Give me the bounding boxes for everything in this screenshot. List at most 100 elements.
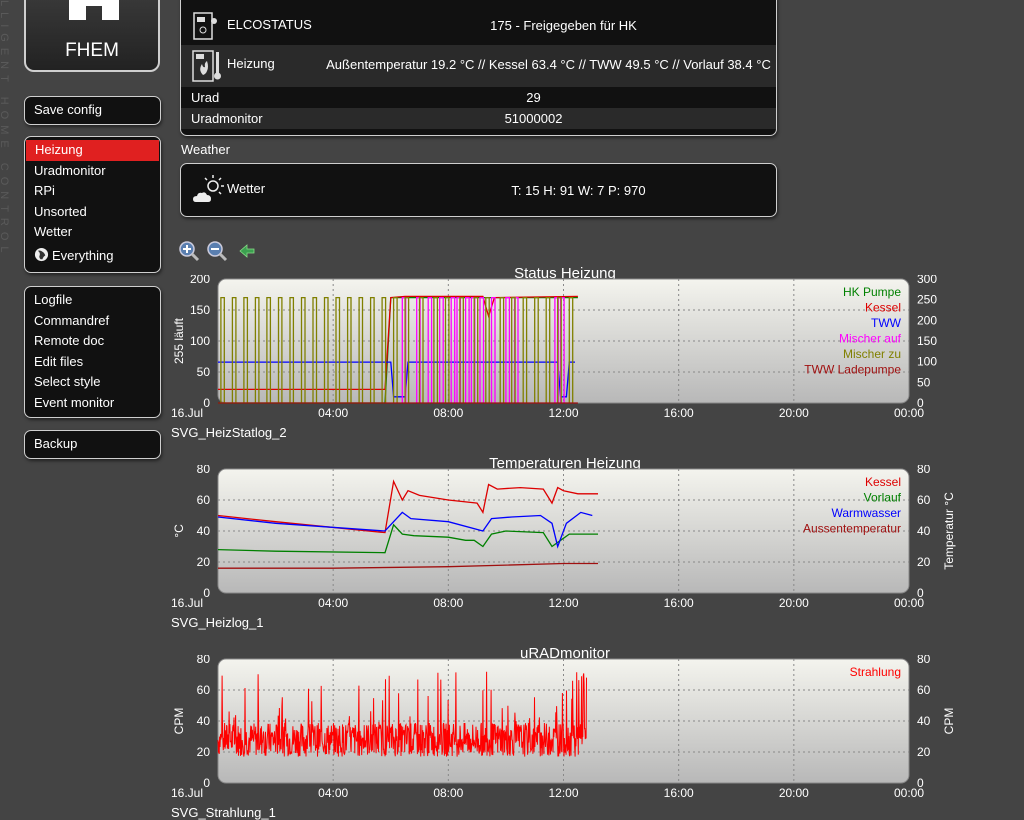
x-tick-label: 08:00 xyxy=(433,406,463,420)
menu-item-unsorted[interactable]: Unsorted xyxy=(25,202,160,223)
uradmonitor-name[interactable]: Uradmonitor xyxy=(191,108,263,129)
y-tick-label: 40 xyxy=(197,524,211,538)
urad-name[interactable]: Urad xyxy=(191,87,219,108)
x-tick-label: 12:00 xyxy=(548,786,578,800)
x-tick-label: 16.Jul xyxy=(171,786,203,800)
y2-tick-label: 150 xyxy=(917,334,937,348)
menu-item-uradmonitor[interactable]: Uradmonitor xyxy=(25,161,160,182)
y2-tick-label: 100 xyxy=(917,355,937,369)
y-tick-label: 60 xyxy=(197,493,211,507)
y2-tick-label: 40 xyxy=(917,524,931,538)
y-tick-label: 150 xyxy=(190,303,210,317)
boiler-status-icon xyxy=(193,12,217,40)
legend-entry-5: TWW Ladepumpe xyxy=(804,363,901,377)
menu-item-select-style[interactable]: Select style xyxy=(25,372,160,393)
menu-item-commandref[interactable]: Commandref xyxy=(25,311,160,332)
x-tick-label: 04:00 xyxy=(318,786,348,800)
menu-rooms: Heizung Uradmonitor RPi Unsorted Wetter … xyxy=(24,136,161,273)
x-tick-label: 20:00 xyxy=(779,406,809,420)
y2-tick-label: 60 xyxy=(917,683,931,697)
menu-item-event-monitor[interactable]: Event monitor xyxy=(25,393,160,414)
y2-tick-label: 60 xyxy=(917,493,931,507)
y2-axis-label: Temperatur °C xyxy=(942,492,956,570)
y-axis-label: CPM xyxy=(172,708,186,735)
heizung-value: Außentemperatur 19.2 °C // Kessel 63.4 °… xyxy=(326,57,771,72)
menu-save: Save config xyxy=(24,96,161,125)
weather-section-label: Weather xyxy=(181,142,230,157)
elcostatus-name[interactable]: ELCOSTATUS xyxy=(227,17,312,32)
legend-entry-0: Kessel xyxy=(865,475,901,489)
heizung-name[interactable]: Heizung xyxy=(227,56,275,71)
menu-item-everything[interactable]: Everything xyxy=(25,243,160,269)
wetter-name[interactable]: Wetter xyxy=(227,181,265,196)
chart-uradmonitor[interactable]: 02040608002040608016.Jul 04:00 08:00 12:00 1… xyxy=(166,655,966,807)
y-tick-label: 0 xyxy=(203,586,210,600)
y-tick-label: 20 xyxy=(197,745,211,759)
uradmonitor-value: 51000002 xyxy=(504,111,563,126)
device-row-wetter: Wetter T: 15 H: 91 W: 7 P: 970 xyxy=(181,164,776,216)
y-tick-label: 0 xyxy=(203,396,210,410)
y2-tick-label: 20 xyxy=(917,745,931,759)
back-arrow-icon[interactable] xyxy=(236,240,258,262)
y-tick-label: 200 xyxy=(190,275,210,286)
menu-item-backup[interactable]: Backup xyxy=(25,434,160,455)
x-tick-label: 16.Jul xyxy=(171,596,203,610)
menu-item-remote-doc[interactable]: Remote doc xyxy=(25,331,160,352)
y2-tick-label: 300 xyxy=(917,275,937,286)
device-row-elcostatus: ELCOSTATUS 175 - Freigegeben für HK xyxy=(181,0,776,45)
legend-entry-1: Kessel xyxy=(865,301,901,315)
x-tick-label: 12:00 xyxy=(548,596,578,610)
x-tick-label: 16.Jul xyxy=(171,406,203,420)
y2-tick-label: 250 xyxy=(917,293,937,307)
menu-backup: Backup xyxy=(24,430,161,459)
menu-item-edit-files[interactable]: Edit files xyxy=(25,352,160,373)
legend-entry-0: HK Pumpe xyxy=(843,285,901,299)
x-tick-label: 20:00 xyxy=(779,596,809,610)
chart-temperaturen-heizung[interactable]: 02040608002040608016.Jul 04:00 08:00 12:00 1… xyxy=(166,465,966,617)
legend-entry-3: Mischer auf xyxy=(839,332,902,346)
x-tick-label: 04:00 xyxy=(318,596,348,610)
vertical-brand-text: LLIGENT HOME CONTROL xyxy=(0,0,10,259)
y2-tick-label: 50 xyxy=(917,375,931,389)
x-tick-label: 08:00 xyxy=(433,786,463,800)
legend-entry-2: TWW xyxy=(871,316,902,330)
y2-tick-label: 80 xyxy=(917,655,931,666)
weather-device-panel: Wetter T: 15 H: 91 W: 7 P: 970 xyxy=(180,163,777,217)
x-tick-label: 20:00 xyxy=(779,786,809,800)
x-tick-label: 00:00 xyxy=(894,406,924,420)
heizung-device-panel: ELCOSTATUS 175 - Freigegeben für HK Heiz… xyxy=(180,0,777,136)
logo-brand: FHEM xyxy=(65,40,119,61)
menu-item-rpi[interactable]: RPi xyxy=(25,181,160,202)
chart-link-heizlog[interactable]: SVG_Heizlog_1 xyxy=(171,615,264,630)
zoom-out-icon[interactable] xyxy=(206,240,228,262)
globe-icon xyxy=(34,247,49,262)
zoom-in-icon[interactable] xyxy=(178,240,200,262)
fhem-logo[interactable]: FHEM xyxy=(24,0,160,72)
menu-item-wetter[interactable]: Wetter xyxy=(25,222,160,243)
y2-tick-label: 20 xyxy=(917,555,931,569)
x-tick-label: 16:00 xyxy=(664,406,694,420)
menu-item-everything-label: Everything xyxy=(52,247,114,263)
house-logo-icon xyxy=(69,0,119,20)
chart-status-heizung[interactable]: 05010015020005010015020025030016.Jul 04:0… xyxy=(166,275,966,427)
x-tick-label: 16:00 xyxy=(664,786,694,800)
menu-item-logfile[interactable]: Logfile xyxy=(25,290,160,311)
legend-entry-0: Strahlung xyxy=(850,665,901,679)
y2-tick-label: 80 xyxy=(917,465,931,476)
chart-link-heizstatlog[interactable]: SVG_HeizStatlog_2 xyxy=(171,425,287,440)
x-tick-label: 04:00 xyxy=(318,406,348,420)
device-row-heizung: Heizung Außentemperatur 19.2 °C // Kesse… xyxy=(181,45,776,87)
menu-item-heizung[interactable]: Heizung xyxy=(26,140,159,161)
y2-axis-label: CPM xyxy=(942,708,956,735)
x-tick-label: 00:00 xyxy=(894,786,924,800)
heating-icon xyxy=(192,50,221,82)
menu-item-save-config[interactable]: Save config xyxy=(25,100,160,121)
legend-entry-1: Vorlauf xyxy=(864,491,902,505)
wetter-value: T: 15 H: 91 W: 7 P: 970 xyxy=(511,183,646,198)
urad-value: 29 xyxy=(526,90,541,105)
y-tick-label: 50 xyxy=(197,365,211,379)
x-tick-label: 00:00 xyxy=(894,596,924,610)
y2-tick-label: 200 xyxy=(917,313,937,327)
y-tick-label: 20 xyxy=(197,555,211,569)
device-row-uradmonitor: Uradmonitor 51000002 xyxy=(181,108,776,129)
